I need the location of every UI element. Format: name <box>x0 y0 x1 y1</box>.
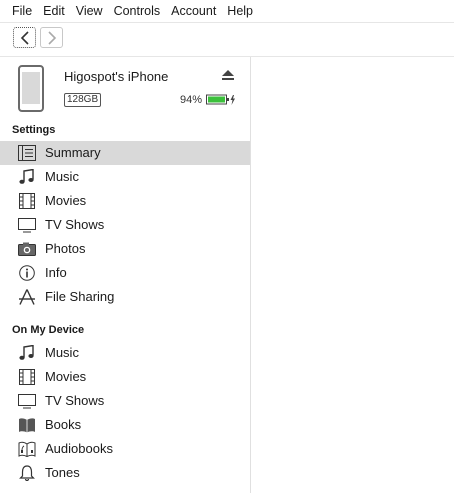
sidebar-item-music[interactable]: Music <box>0 165 250 189</box>
sidebar: Higospot's iPhone 128GB 94% Settings Sum… <box>0 57 251 493</box>
sidebar-item-label: Movies <box>45 193 87 208</box>
capacity-badge: 128GB <box>64 93 102 107</box>
iphone-icon <box>18 65 44 112</box>
app-store-icon <box>19 289 35 305</box>
menu-file[interactable]: File <box>12 4 32 18</box>
menu-bar: File Edit View Controls Account Help <box>0 0 454 23</box>
device-name: Higospot's iPhone <box>64 69 169 84</box>
chevron-left-icon <box>20 31 29 45</box>
sidebar-item-photos[interactable]: Photos <box>0 237 250 261</box>
music-icon <box>19 169 34 184</box>
sidebar-item-label: TV Shows <box>45 393 105 408</box>
camera-icon <box>18 242 36 256</box>
main-content <box>251 57 454 493</box>
sidebar-item-label: Audiobooks <box>45 441 113 456</box>
device-item-books[interactable]: Books <box>0 413 250 437</box>
summary-icon <box>18 145 36 161</box>
sidebar-item-label: TV Shows <box>45 217 105 232</box>
sidebar-item-label: Books <box>45 417 82 432</box>
menu-edit[interactable]: Edit <box>43 4 65 18</box>
sidebar-item-label: Movies <box>45 369 87 384</box>
sidebar-item-label: Info <box>45 265 67 280</box>
menu-help[interactable]: Help <box>227 4 253 18</box>
sidebar-item-label: Music <box>45 345 79 360</box>
chevron-right-icon <box>48 31 57 45</box>
device-item-movies[interactable]: Movies <box>0 365 250 389</box>
sidebar-item-label: Summary <box>45 145 101 160</box>
sidebar-item-label: Photos <box>45 241 86 256</box>
device-item-tones[interactable]: Tones <box>0 461 250 485</box>
audiobook-icon <box>18 441 36 457</box>
battery-icon <box>206 94 235 105</box>
sidebar-item-label: Tones <box>45 465 80 480</box>
back-button[interactable] <box>13 27 36 48</box>
music-icon <box>19 345 34 360</box>
sidebar-item-label: Music <box>45 169 79 184</box>
book-icon <box>19 418 35 433</box>
device-item-tv-shows[interactable]: TV Shows <box>0 389 250 413</box>
sidebar-item-summary[interactable]: Summary <box>0 141 250 165</box>
toolbar <box>0 23 454 57</box>
tv-icon <box>18 394 36 409</box>
menu-account[interactable]: Account <box>171 4 216 18</box>
sidebar-item-info[interactable]: Info <box>0 261 250 285</box>
on-my-device-header: On My Device <box>12 324 85 336</box>
device-item-music[interactable]: Music <box>0 341 250 365</box>
forward-button[interactable] <box>40 27 63 48</box>
sidebar-item-label: File Sharing <box>45 289 115 304</box>
device-item-audiobooks[interactable]: Audiobooks <box>0 437 250 461</box>
battery-percent: 94% <box>180 94 203 106</box>
sidebar-item-movies[interactable]: Movies <box>0 189 250 213</box>
info-icon <box>19 265 35 281</box>
menu-controls[interactable]: Controls <box>114 4 161 18</box>
sidebar-item-tv-shows[interactable]: TV Shows <box>0 213 250 237</box>
menu-view[interactable]: View <box>76 4 103 18</box>
movies-icon <box>19 369 35 385</box>
eject-icon[interactable] <box>222 70 234 81</box>
settings-header: Settings <box>12 124 56 136</box>
movies-icon <box>19 193 35 209</box>
tv-icon <box>18 218 36 233</box>
sidebar-item-file-sharing[interactable]: File Sharing <box>0 285 250 309</box>
bell-icon <box>19 465 35 481</box>
